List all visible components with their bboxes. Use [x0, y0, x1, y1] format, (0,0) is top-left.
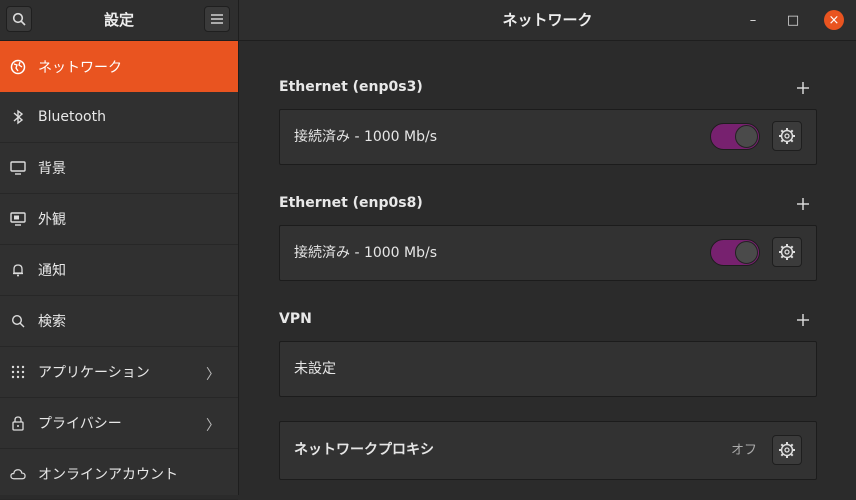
connection-settings-button[interactable] — [772, 121, 802, 151]
plus-icon — [797, 82, 809, 94]
sidebar-item-applications[interactable]: アプリケーション 〉 — [0, 347, 238, 398]
sidebar-item-label: 外観 — [38, 212, 66, 228]
maximize-button[interactable]: □ — [783, 10, 803, 30]
sidebar-header: 設定 — [0, 0, 238, 41]
proxy-row[interactable]: ネットワークプロキシ オフ — [279, 421, 817, 480]
bluetooth-icon — [10, 109, 26, 125]
gear-icon — [779, 244, 795, 260]
sidebar-item-label: ネットワーク — [38, 59, 122, 76]
section-title: Ethernet (enp0s3) — [279, 79, 423, 95]
sidebar-item-label: アプリケーション — [38, 365, 150, 381]
appearance-icon — [10, 211, 26, 227]
chevron-right-icon: 〉 — [206, 367, 220, 383]
hamburger-menu-icon — [211, 14, 223, 24]
chevron-right-icon: 〉 — [206, 418, 220, 434]
sidebar-item-search[interactable]: 検索 — [0, 296, 238, 347]
vpn-status: 未設定 — [294, 361, 336, 377]
proxy-state: オフ — [731, 443, 758, 458]
connection-status: 接続済み - 1000 Mb/s — [294, 245, 438, 261]
connection-settings-button[interactable] — [772, 237, 802, 267]
add-vpn-button[interactable] — [795, 312, 811, 328]
network-globe-icon — [10, 59, 26, 75]
search-icon — [10, 313, 26, 329]
toggle-knob — [735, 241, 758, 264]
section-title: Ethernet (enp0s8) — [279, 195, 423, 211]
sidebar-item-online-accounts[interactable]: オンラインアカウント — [0, 449, 238, 500]
sidebar-item-background[interactable]: 背景 — [0, 143, 238, 194]
sidebar-item-appearance[interactable]: 外観 — [0, 194, 238, 245]
sidebar: ネットワーク Bluetooth 背景 外観 通知 検索 アプリケーション 〉 … — [0, 41, 238, 500]
sidebar-title: 設定 — [103, 11, 134, 29]
proxy-settings-button[interactable] — [772, 435, 802, 465]
sidebar-item-label: プライバシー — [38, 416, 122, 432]
toggle-knob — [735, 125, 758, 148]
connection-card: 接続済み - 1000 Mb/s — [279, 225, 817, 281]
sidebar-item-privacy[interactable]: プライバシー 〉 — [0, 398, 238, 449]
bell-icon — [10, 262, 26, 278]
sidebar-item-network[interactable]: ネットワーク — [0, 41, 238, 92]
connection-toggle[interactable] — [710, 123, 760, 150]
vpn-card: 未設定 — [279, 341, 817, 397]
sidebar-item-label: オンラインアカウント — [38, 467, 178, 483]
main-header: ネットワーク – □ × — [239, 0, 856, 41]
section-title: VPN — [279, 311, 312, 327]
sidebar-item-label: Bluetooth — [38, 109, 106, 125]
close-button[interactable]: × — [824, 10, 844, 30]
sidebar-item-notifications[interactable]: 通知 — [0, 245, 238, 296]
connection-card: 接続済み - 1000 Mb/s — [279, 109, 817, 165]
network-panel: Ethernet (enp0s3) 接続済み - 1000 Mb/s Ether… — [239, 41, 856, 495]
page-title: ネットワーク — [502, 11, 593, 29]
plus-icon — [797, 198, 809, 210]
menu-button[interactable] — [204, 6, 230, 32]
background-display-icon — [10, 160, 26, 176]
sidebar-item-bluetooth[interactable]: Bluetooth — [0, 92, 238, 143]
connection-status: 接続済み - 1000 Mb/s — [294, 129, 438, 145]
apps-grid-icon — [10, 364, 26, 380]
settings-window: 設定 ネットワーク – □ × ネットワーク Bluetooth 背景 外観 通… — [0, 0, 856, 500]
sidebar-item-label: 背景 — [38, 161, 66, 177]
gear-icon — [779, 128, 795, 144]
connection-toggle[interactable] — [710, 239, 760, 266]
add-connection-button[interactable] — [795, 80, 811, 96]
gear-icon — [779, 442, 795, 458]
sidebar-item-label: 検索 — [38, 314, 66, 330]
add-connection-button[interactable] — [795, 196, 811, 212]
proxy-label: ネットワークプロキシ — [294, 442, 434, 458]
cloud-icon — [10, 466, 26, 482]
lock-icon — [10, 415, 26, 431]
sidebar-item-label: 通知 — [38, 263, 66, 279]
plus-icon — [797, 314, 809, 326]
minimize-button[interactable]: – — [743, 10, 763, 30]
